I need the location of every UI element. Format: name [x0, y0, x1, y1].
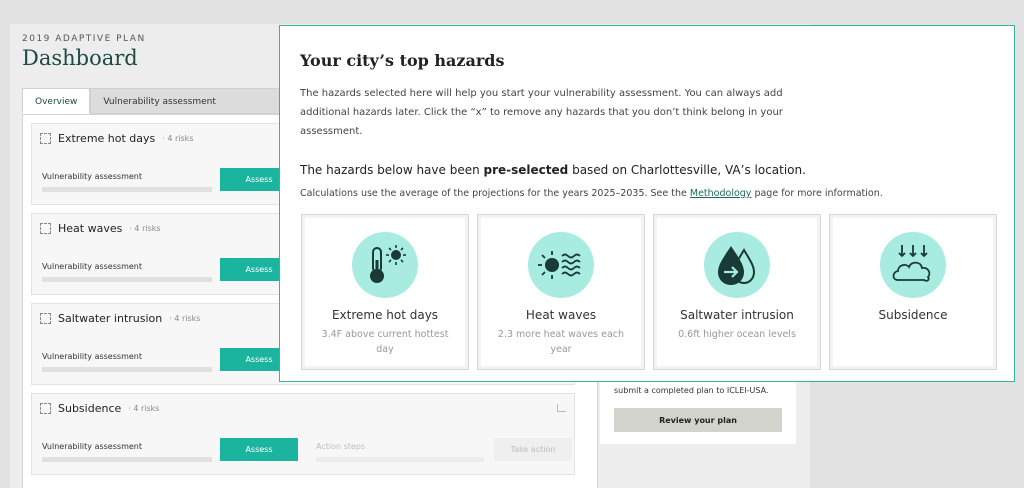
calculation-note: Calculations use the average of the proj…: [300, 188, 883, 199]
va-label: Vulnerability assessment: [42, 262, 142, 271]
va-label: Vulnerability assessment: [42, 352, 142, 361]
cloud-down-arrows-icon: [880, 232, 946, 298]
hazard-checkbox[interactable]: [40, 313, 51, 324]
va-progress-bar: [42, 277, 212, 282]
review-card-text: submit a completed plan to ICLEI-USA.: [614, 386, 769, 395]
hazard-card-saltwater-intrusion[interactable]: Saltwater intrusion 0.6ft higher ocean l…: [653, 214, 821, 370]
hazard-row: Subsidence · 4 risks Vulnerability asses…: [31, 393, 575, 475]
water-drop-arrow-icon: [704, 232, 770, 298]
hazard-checkbox[interactable]: [40, 403, 51, 414]
preselected-emphasis: pre-selected: [483, 163, 569, 177]
modal-title: Your city’s top hazards: [300, 51, 505, 70]
chart-icon[interactable]: [557, 404, 566, 412]
hazard-card-title: Heat waves: [525, 308, 597, 322]
hazard-name: Heat waves: [58, 222, 123, 235]
assess-button[interactable]: Assess: [220, 438, 298, 461]
va-label: Vulnerability assessment: [42, 442, 142, 451]
hazard-card-desc: 2.3 more heat waves each year: [497, 329, 625, 355]
hazard-name: Subsidence: [58, 402, 122, 415]
thermometer-sun-icon: [352, 232, 418, 298]
va-progress-bar: [42, 187, 212, 192]
hazard-card-heat-waves[interactable]: Heat waves 2.3 more heat waves each year: [477, 214, 645, 370]
hazard-card-desc: 3.4F above current hottest day: [321, 329, 449, 355]
hazard-card-subsidence[interactable]: Subsidence: [829, 214, 997, 370]
hazard-card-extreme-hot-days[interactable]: Extreme hot days 3.4F above current hott…: [301, 214, 469, 370]
hazard-card-title: Subsidence: [878, 308, 948, 322]
sun-waves-icon: [528, 232, 594, 298]
risk-count: · 4 risks: [128, 404, 160, 413]
hazard-checkbox[interactable]: [40, 133, 51, 144]
tab-overview[interactable]: Overview: [22, 88, 91, 114]
hazard-name: Saltwater intrusion: [58, 312, 163, 325]
risk-count: · 4 risks: [162, 134, 194, 143]
risk-count: · 4 risks: [129, 224, 161, 233]
modal-intro: The hazards selected here will help you …: [300, 88, 783, 137]
methodology-link[interactable]: Methodology: [690, 188, 752, 199]
hazard-card-title: Saltwater intrusion: [680, 308, 794, 322]
page-title: Dashboard: [22, 46, 138, 70]
plan-eyebrow: 2019 ADAPTIVE PLAN: [22, 34, 146, 44]
hazard-name: Extreme hot days: [58, 132, 156, 145]
action-steps-bar: [316, 457, 484, 462]
tab-bar: Overview Vulnerability assessment: [22, 88, 291, 114]
preselected-note: The hazards below have been pre-selected…: [300, 163, 806, 177]
va-label: Vulnerability assessment: [42, 172, 142, 181]
hazard-checkbox[interactable]: [40, 223, 51, 234]
va-progress-bar: [42, 457, 212, 462]
review-plan-button[interactable]: Review your plan: [614, 408, 782, 432]
top-hazards-modal: Your city’s top hazards The hazards sele…: [279, 25, 1015, 382]
va-progress-bar: [42, 367, 212, 372]
hazard-card-desc: 0.6ft higher ocean levels: [678, 329, 796, 340]
take-action-button[interactable]: Take action: [494, 438, 572, 461]
tab-vulnerability-assessment[interactable]: Vulnerability assessment: [90, 88, 291, 114]
risk-count: · 4 risks: [169, 314, 201, 323]
action-steps-label: Action steps: [316, 442, 366, 451]
hazard-card-title: Extreme hot days: [331, 308, 439, 322]
